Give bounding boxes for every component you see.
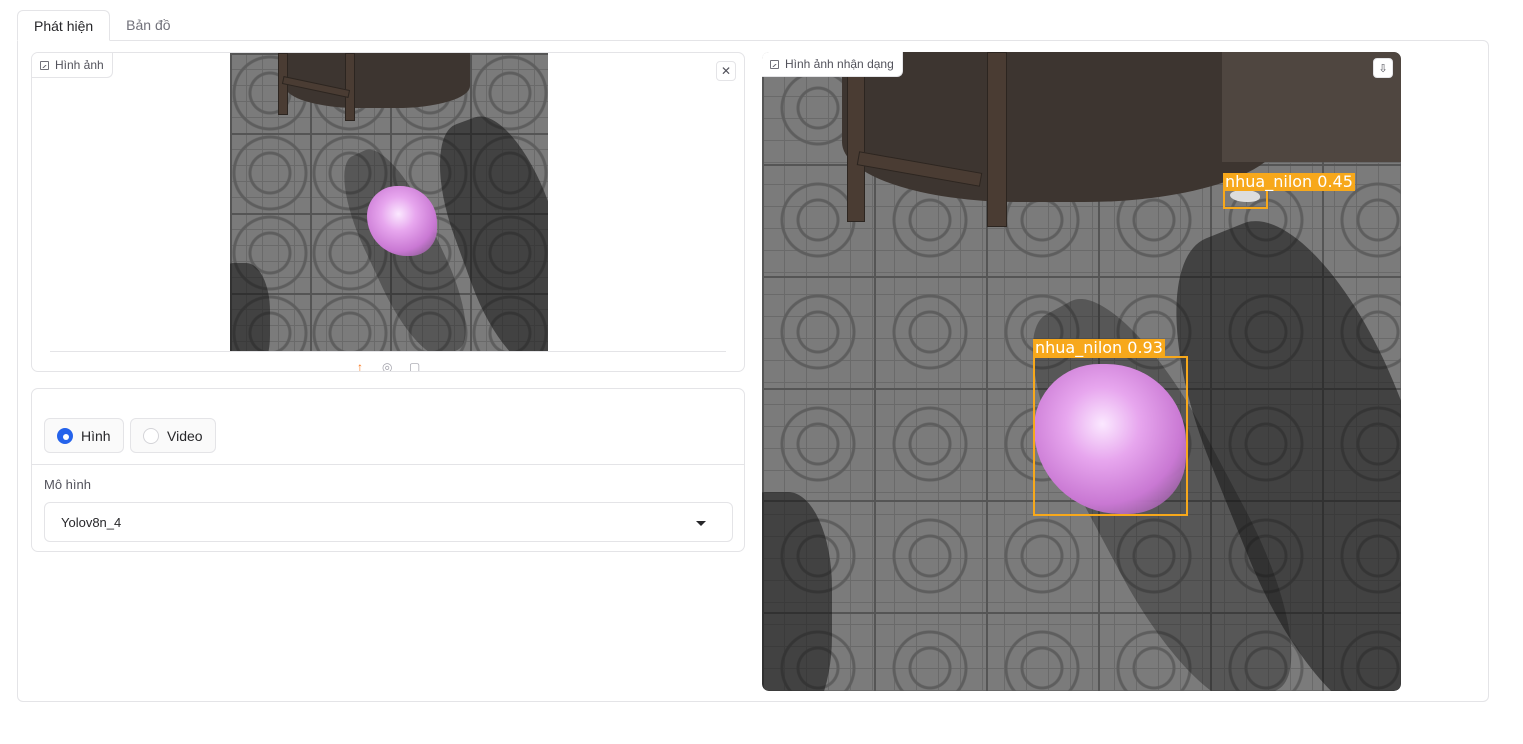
- output-image-label-text: Hình ảnh nhận dạng: [785, 57, 894, 71]
- upload-icon[interactable]: ↑: [357, 360, 363, 371]
- output-image-block: Hình ảnh nhận dạng ⇩ nhua_nilon 0.45 nhu…: [762, 52, 1401, 691]
- tab-phat-hien[interactable]: Phát hiện: [17, 10, 111, 41]
- detection-box: [1033, 356, 1188, 516]
- webcam-icon[interactable]: ◎: [382, 360, 392, 371]
- model-selected-value: Yolov8n_4: [61, 514, 122, 530]
- tab-panel: Hình ảnh ✕ ↑ ◎ ▢ Hình Video Mô hình Yolo…: [17, 40, 1489, 702]
- input-image-label-text: Hình ảnh: [55, 58, 104, 72]
- radio-video[interactable]: Video: [130, 418, 216, 453]
- model-label: Mô hình: [44, 477, 91, 492]
- radio-hinh-label: Hình: [81, 427, 111, 444]
- radio-video-label: Video: [167, 427, 203, 444]
- output-image-label: Hình ảnh nhận dạng: [762, 52, 903, 77]
- detection-label: nhua_nilon 0.45: [1223, 172, 1355, 191]
- download-icon[interactable]: ⇩: [1373, 58, 1393, 78]
- tab-ban-do[interactable]: Bản đồ: [110, 10, 186, 41]
- model-dropdown[interactable]: Yolov8n_4: [44, 502, 733, 542]
- options-divider: [32, 464, 744, 465]
- options-block: Hình Video Mô hình Yolov8n_4: [31, 388, 745, 552]
- radio-dot-selected: [57, 427, 73, 444]
- close-icon[interactable]: ✕: [716, 61, 736, 81]
- chevron-down-icon: [696, 521, 706, 526]
- input-image-block[interactable]: Hình ảnh ✕ ↑ ◎ ▢: [31, 52, 745, 372]
- tab-bar: Phát hiện Bản đồ: [17, 10, 187, 41]
- radio-hinh[interactable]: Hình: [44, 418, 124, 453]
- input-image-preview: [230, 53, 548, 351]
- image-icon: [40, 60, 49, 70]
- image-icon: [770, 59, 779, 69]
- clipboard-icon[interactable]: ▢: [409, 360, 420, 371]
- toolbar-divider: [50, 351, 726, 352]
- input-image-label: Hình ảnh: [32, 53, 113, 78]
- radio-dot: [143, 427, 159, 444]
- detection-label: nhua_nilon 0.93: [1033, 338, 1165, 357]
